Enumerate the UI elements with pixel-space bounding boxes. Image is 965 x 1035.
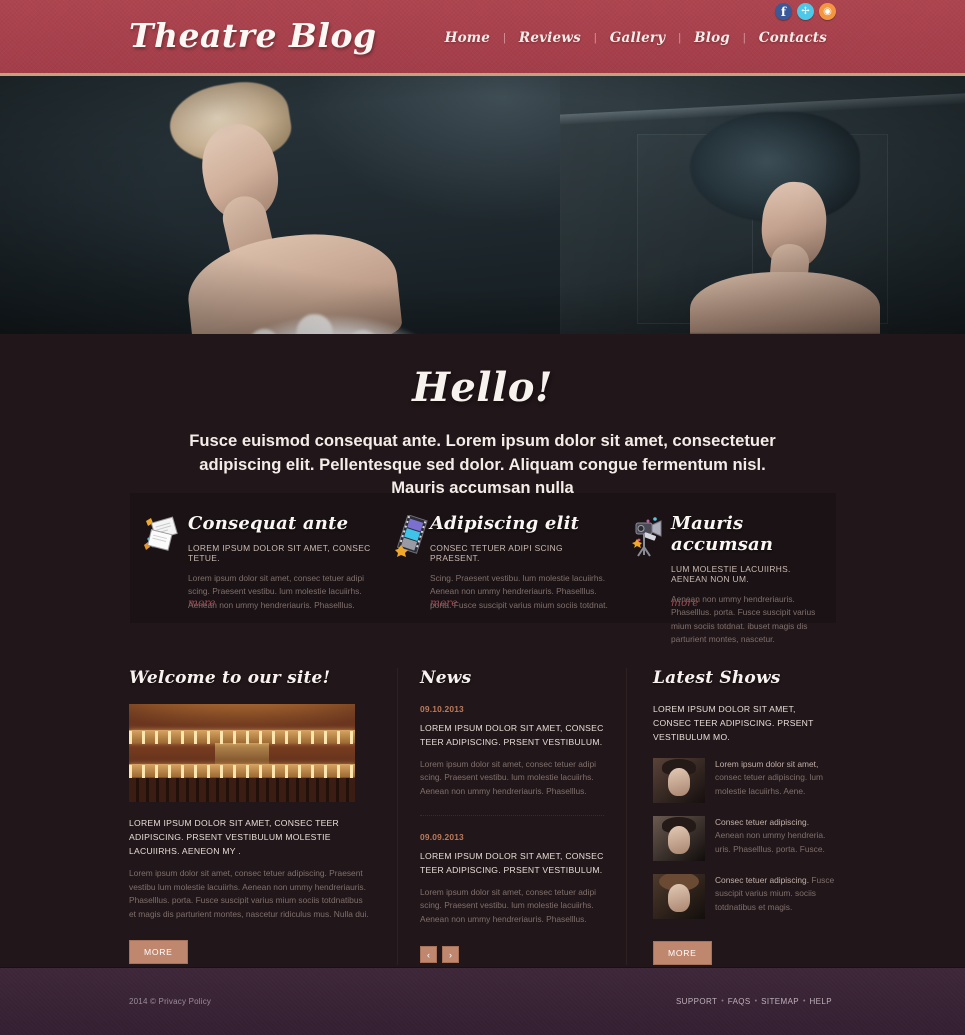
- welcome-more-button[interactable]: MORE: [129, 939, 188, 964]
- show-list-item[interactable]: Lorem ipsum dolor sit amet, consec tetue…: [653, 757, 836, 803]
- feature-card-consequat-ante: Consequat ante LOREM IPSUM DOLOR SIT AME…: [130, 493, 388, 623]
- welcome-title: Welcome to our site!: [129, 668, 331, 688]
- facebook-icon[interactable]: f: [775, 3, 792, 20]
- show-thumbnail: [653, 815, 705, 861]
- balcony-lights: [129, 731, 355, 744]
- news-headline: LOREM IPSUM DOLOR SIT AMET, CONSEC TEER …: [420, 723, 604, 747]
- social-links: f ✢ ◉: [775, 3, 836, 20]
- feature-body: Lorem ipsum dolor sit amet, consec tetue…: [188, 573, 364, 610]
- site-header: Theatre Blog f ✢ ◉ Home | Reviews | Gall…: [0, 0, 965, 76]
- intro-heading: Hello!: [412, 364, 553, 411]
- news-date: 09.09.2013: [420, 831, 464, 842]
- show-thumbnail: [653, 873, 705, 919]
- intro-paragraph: Fusce euismod consequat ante. Lorem ipsu…: [189, 431, 776, 498]
- feature-subtitle: CONSEC TETUER ADIPI SCING PRAESENT.: [430, 543, 563, 563]
- feature-more-link[interactable]: more: [430, 597, 458, 609]
- feature-title: Adipiscing elit: [430, 513, 580, 534]
- latest-shows-intro: LOREM IPSUM DOLOR SIT AMET, CONSEC TEER …: [653, 704, 814, 742]
- features-panel: Consequat ante LOREM IPSUM DOLOR SIT AME…: [130, 493, 836, 644]
- news-pager: ‹ ›: [420, 946, 604, 964]
- nav-item-reviews[interactable]: Reviews: [506, 30, 594, 46]
- latest-shows-column: Latest Shows LOREM IPSUM DOLOR SIT AMET,…: [627, 668, 836, 965]
- show-lead: Consec tetuer adipiscing.: [715, 816, 810, 827]
- show-list-item[interactable]: Consec tetuer adipiscing. Fusce suscipit…: [653, 873, 836, 919]
- feature-subtitle: LUM MOLESTIE LACUIIRHS. AENEAN NON UM.: [671, 564, 791, 584]
- filmstrip-icon: [392, 514, 432, 559]
- rss-icon[interactable]: ◉: [819, 3, 836, 20]
- news-item: 09.10.2013 LOREM IPSUM DOLOR SIT AMET, C…: [420, 704, 604, 799]
- feature-title: Mauris accumsan: [671, 513, 774, 555]
- footer-link-help[interactable]: HELP: [806, 997, 837, 1006]
- show-lead: Lorem ipsum dolor sit amet,: [715, 758, 819, 769]
- feature-title: Consequat ante: [188, 513, 349, 534]
- site-footer: 2014 © Privacy Policy SUPPORT • FAQS • S…: [0, 967, 965, 1035]
- pager-next-button[interactable]: ›: [442, 946, 459, 964]
- feature-card-adipiscing-elit: Adipiscing elit CONSEC TETUER ADIPI SCIN…: [388, 493, 626, 623]
- site-logo[interactable]: Theatre Blog: [129, 16, 377, 55]
- feature-subtitle: LOREM IPSUM DOLOR SIT AMET, CONSEC TETUE…: [188, 543, 371, 563]
- latest-shows-more-button[interactable]: MORE: [653, 940, 712, 965]
- feature-more-link[interactable]: more: [671, 597, 699, 609]
- theatre-interior-image: [129, 704, 355, 802]
- footer-link-support[interactable]: SUPPORT: [672, 997, 721, 1006]
- news-date: 09.10.2013: [420, 704, 464, 714]
- news-item: 09.09.2013 LOREM IPSUM DOLOR SIT AMET, C…: [420, 832, 604, 927]
- footer-copyright: 2014 © Privacy Policy: [129, 997, 212, 1006]
- nav-item-contacts[interactable]: Contacts: [746, 30, 840, 46]
- news-divider: [420, 814, 604, 816]
- show-rest: Aenean non ummy hendreria. uris. Phasell…: [715, 830, 826, 854]
- theatre-seats: [129, 778, 355, 802]
- show-lead: Consec tetuer adipiscing.: [715, 874, 810, 885]
- pager-prev-button[interactable]: ‹: [420, 946, 437, 964]
- news-body: Lorem ipsum dolor sit amet, consec tetue…: [420, 886, 596, 924]
- welcome-headline: LOREM IPSUM DOLOR SIT AMET, CONSEC TEER …: [129, 818, 339, 856]
- hero-vignette: [0, 76, 965, 334]
- show-rest: consec tetuer adipiscing. lum molestie l…: [715, 772, 823, 796]
- welcome-column: Welcome to our site! LOREM IPSUM DOLOR S…: [129, 668, 397, 965]
- main-navigation: Home | Reviews | Gallery | Blog | Contac…: [432, 30, 840, 46]
- hero-banner: [0, 76, 965, 334]
- feature-card-mauris-accumsan: Mauris accumsan LUM MOLESTIE LACUIIRHS. …: [626, 493, 836, 644]
- nav-item-home[interactable]: Home: [432, 30, 503, 46]
- news-body: Lorem ipsum dolor sit amet, consec tetue…: [420, 758, 596, 797]
- feature-more-link[interactable]: more: [188, 597, 216, 609]
- news-title: News: [420, 668, 472, 688]
- balcony-lights: [129, 765, 355, 778]
- twitter-icon[interactable]: ✢: [797, 3, 814, 20]
- page-root: Theatre Blog f ✢ ◉ Home | Reviews | Gall…: [0, 0, 965, 1035]
- intro-section: Hello! Fusce euismod consequat ante. Lor…: [0, 334, 965, 500]
- content-columns: Welcome to our site! LOREM IPSUM DOLOR S…: [129, 668, 836, 965]
- welcome-body: Lorem ipsum dolor sit amet, consec tetue…: [129, 868, 369, 920]
- papers-icon: [142, 515, 182, 559]
- latest-shows-title: Latest Shows: [653, 668, 781, 688]
- show-thumbnail: [653, 757, 705, 803]
- nav-item-blog[interactable]: Blog: [681, 30, 743, 46]
- camera-icon: [630, 515, 670, 559]
- news-column: News 09.10.2013 LOREM IPSUM DOLOR SIT AM…: [397, 668, 627, 965]
- show-list-item[interactable]: Consec tetuer adipiscing. Aenean non umm…: [653, 815, 836, 861]
- nav-item-gallery[interactable]: Gallery: [597, 30, 678, 46]
- footer-link-sitemap[interactable]: SITEMAP: [757, 997, 803, 1006]
- footer-links: SUPPORT • FAQS • SITEMAP • HELP: [672, 997, 836, 1006]
- news-headline: LOREM IPSUM DOLOR SIT AMET, CONSEC TEER …: [420, 850, 604, 875]
- footer-link-faqs[interactable]: FAQS: [724, 997, 755, 1006]
